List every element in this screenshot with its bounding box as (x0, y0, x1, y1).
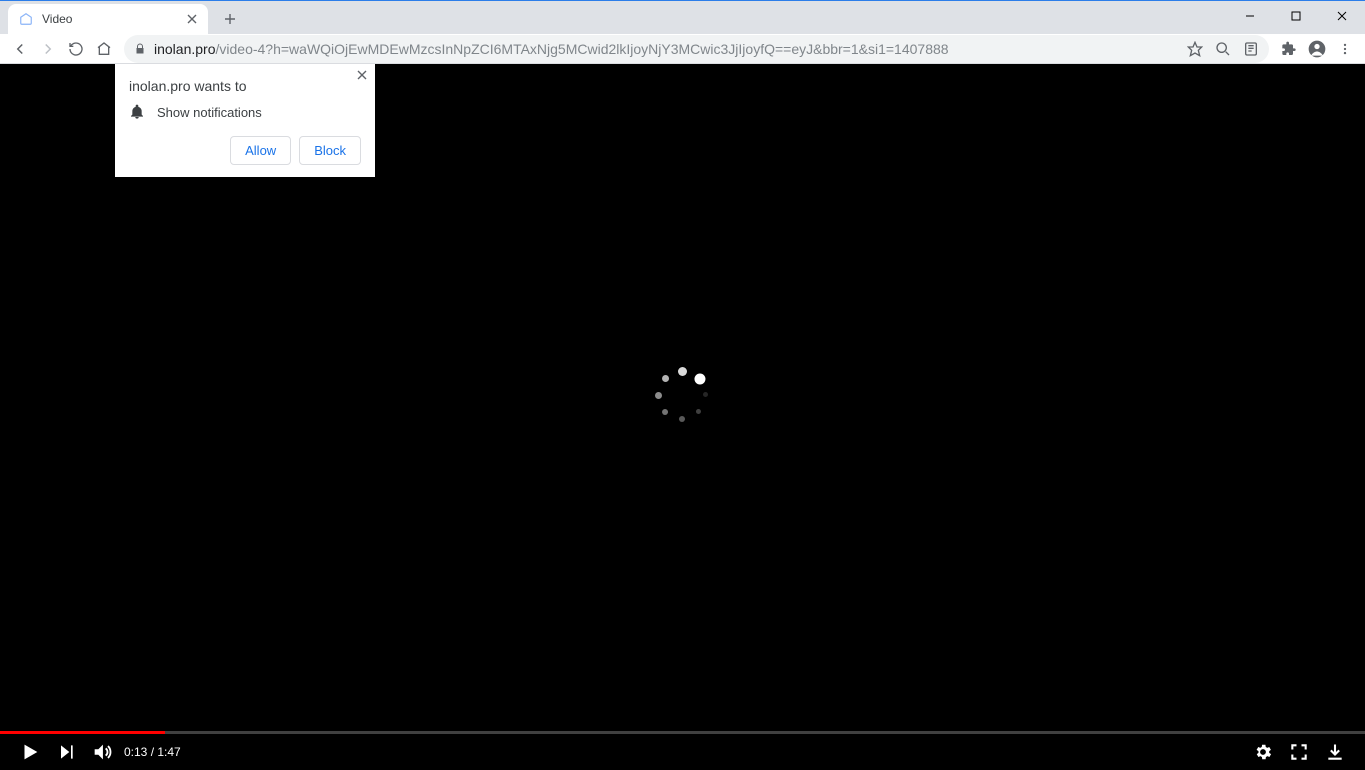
tab-favicon (18, 11, 34, 27)
permission-item: Show notifications (157, 105, 262, 120)
fullscreen-button[interactable] (1281, 734, 1317, 770)
next-button[interactable] (48, 734, 84, 770)
loading-spinner (655, 368, 711, 424)
zoom-icon[interactable] (1215, 41, 1231, 57)
page-content: inolan.pro wants to Show notifications A… (0, 64, 1365, 770)
lock-icon[interactable] (134, 42, 146, 56)
window-controls (1227, 1, 1365, 31)
notification-permission-prompt: inolan.pro wants to Show notifications A… (115, 64, 375, 177)
video-controls: 0:13 / 1:47 (0, 734, 1365, 770)
address-bar[interactable]: inolan.pro/video-4?h=waWQiOjEwMDEwMzcsIn… (124, 35, 1269, 63)
nav-reload-button[interactable] (62, 35, 90, 63)
permission-block-button[interactable]: Block (299, 136, 361, 165)
nav-forward-button[interactable] (34, 35, 62, 63)
profile-button[interactable] (1303, 35, 1331, 63)
url-path: /video-4?h=waWQiOjEwMDEwMzcsInNpZCI6MTAx… (216, 41, 949, 57)
reader-icon[interactable] (1243, 41, 1259, 57)
browser-toolbar: inolan.pro/video-4?h=waWQiOjEwMDEwMzcsIn… (0, 34, 1365, 64)
bookmark-star-icon[interactable] (1187, 41, 1203, 57)
tab-close-icon[interactable] (184, 11, 200, 27)
time-current: 0:13 (124, 745, 147, 759)
extensions-button[interactable] (1275, 35, 1303, 63)
window-close-button[interactable] (1319, 1, 1365, 31)
download-button[interactable] (1317, 734, 1353, 770)
time-total: 1:47 (157, 745, 180, 759)
settings-button[interactable] (1245, 734, 1281, 770)
browser-menu-button[interactable] (1331, 35, 1359, 63)
window-minimize-button[interactable] (1227, 1, 1273, 31)
time-display: 0:13 / 1:47 (124, 745, 181, 759)
browser-tab[interactable]: Video (8, 4, 208, 34)
window-maximize-button[interactable] (1273, 1, 1319, 31)
permission-title: inolan.pro wants to (129, 78, 361, 94)
bell-icon (129, 104, 145, 120)
new-tab-button[interactable] (216, 5, 244, 33)
play-button[interactable] (12, 734, 48, 770)
volume-button[interactable] (84, 734, 120, 770)
url-host: inolan.pro (154, 41, 216, 57)
permission-allow-button[interactable]: Allow (230, 136, 291, 165)
tab-title: Video (42, 12, 184, 26)
nav-back-button[interactable] (6, 35, 34, 63)
tab-strip: Video (0, 0, 1365, 34)
nav-home-button[interactable] (90, 35, 118, 63)
permission-close-icon[interactable] (357, 70, 367, 80)
